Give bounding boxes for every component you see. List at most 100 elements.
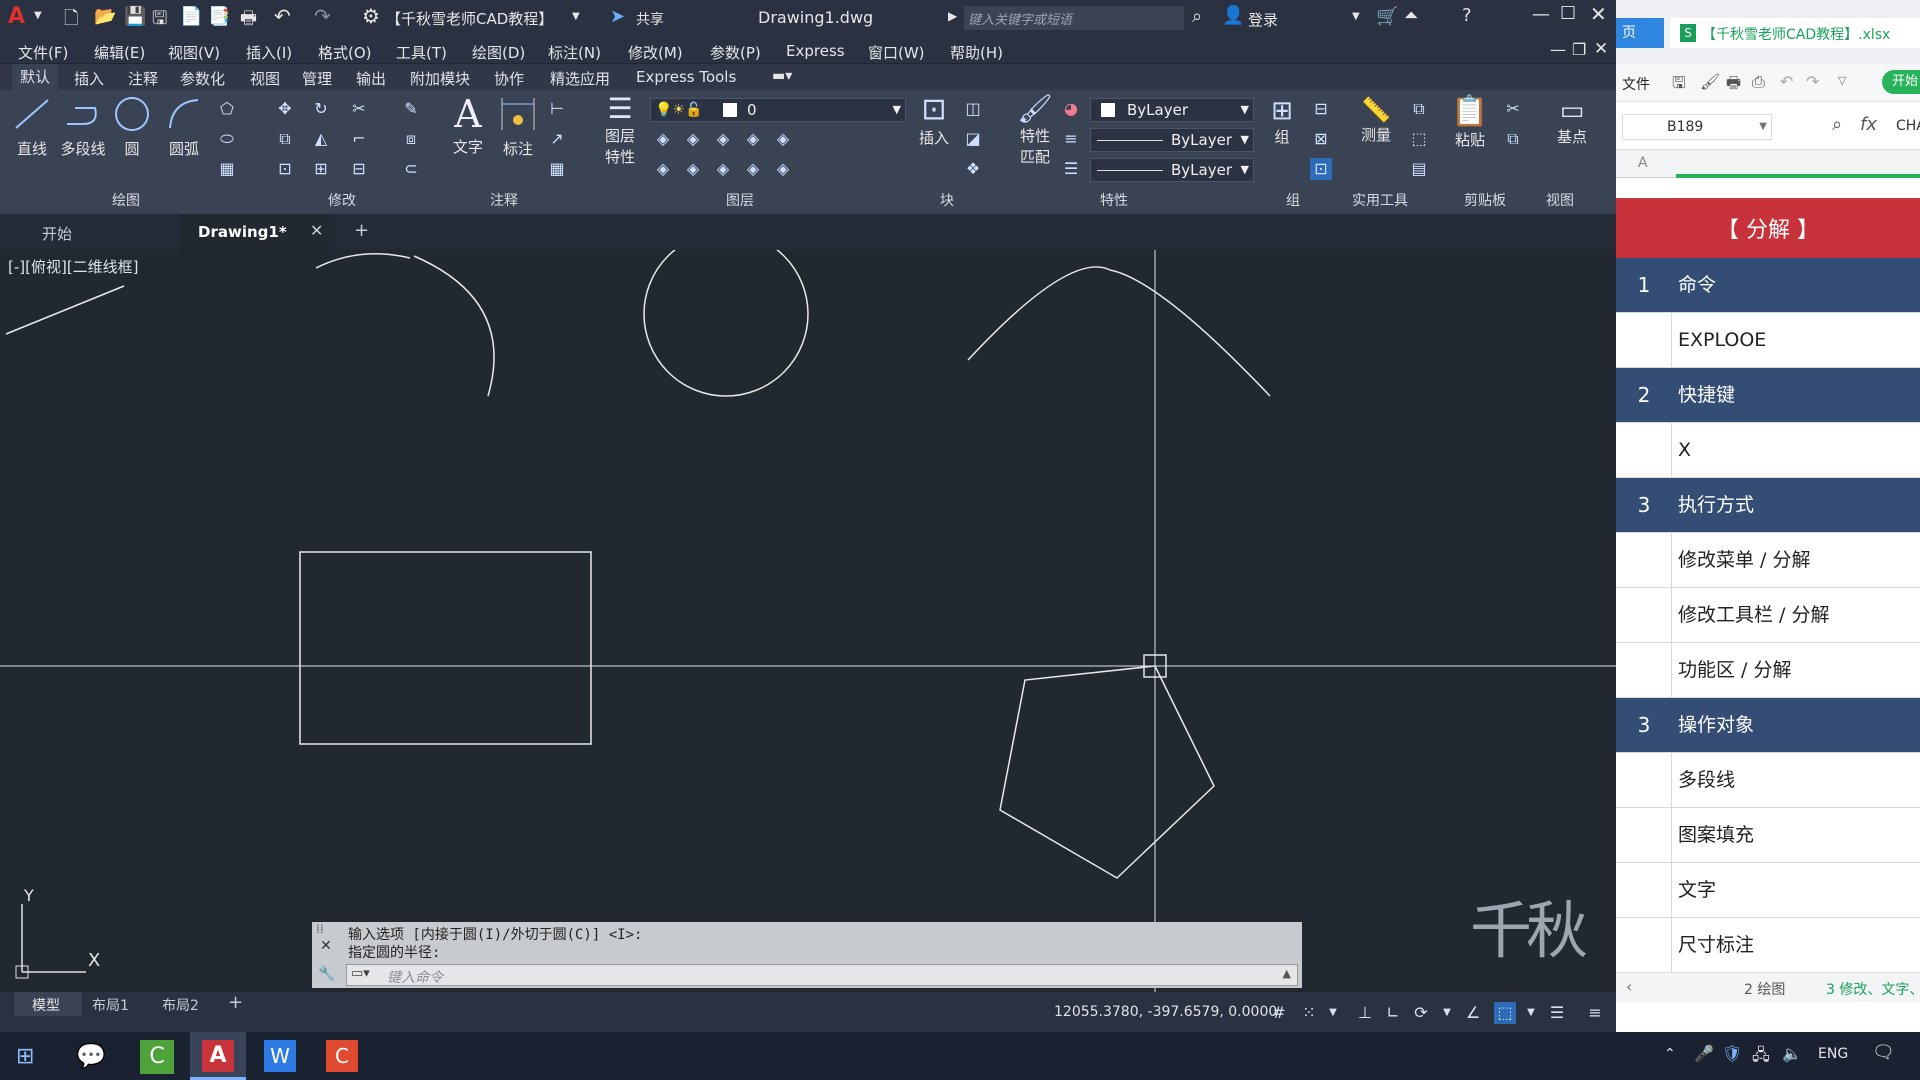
workspace-gear-icon[interactable]: ⚙	[362, 4, 380, 28]
snap-icon[interactable]: ⁙	[1298, 1002, 1320, 1024]
excel-file-menu[interactable]: 文件	[1622, 74, 1650, 94]
panel-view[interactable]: 视图	[1546, 190, 1574, 210]
rotate-icon[interactable]: ↻	[310, 98, 332, 120]
undo-icon[interactable]: ↶	[274, 4, 291, 28]
tab-view[interactable]: 视图	[250, 68, 280, 89]
panel-clipboard[interactable]: 剪贴板	[1464, 190, 1506, 210]
menu-insert[interactable]: 插入(I)	[246, 42, 292, 63]
lineweight-dropdown[interactable]: ByLayer ▼	[1090, 128, 1254, 152]
tab-manage[interactable]: 管理	[302, 68, 332, 89]
layer-tool-icon-9[interactable]: ◈	[742, 158, 764, 180]
table-row[interactable]: 文字	[1616, 863, 1920, 918]
maximize-icon[interactable]: ☐	[1560, 3, 1576, 24]
basepoint-tool[interactable]: ▭ 基点	[1550, 96, 1594, 147]
doc-restore-icon[interactable]: ❐	[1572, 40, 1586, 59]
copy-icon[interactable]: ⧉	[274, 128, 296, 150]
excel-undo-icon[interactable]: ↶	[1780, 72, 1793, 91]
row-text-cell[interactable]: 操作对象	[1678, 698, 1754, 753]
camtasia-recorder-icon[interactable]: C	[326, 1040, 358, 1072]
tray-expand-icon[interactable]: ⌃	[1664, 1046, 1676, 1062]
sheet-tab-draw[interactable]: 2 绘图	[1744, 979, 1785, 999]
tab-layout1[interactable]: 布局1	[92, 995, 129, 1015]
layer-tool-icon-2[interactable]: ◈	[682, 128, 704, 150]
drawing-canvas[interactable]: [-][俯视][二维线框] Y X 千秋雪 ⁞⁞ ✕ 🔧 输入选项 [内接于圆(…	[0, 250, 1616, 992]
snap-dropdown-icon[interactable]: ▼	[1322, 1002, 1344, 1024]
block-attribute-icon[interactable]: ❖	[962, 158, 984, 180]
excel-header-row[interactable]: 【 分解 】	[1616, 198, 1920, 258]
tab-featured-apps[interactable]: 精选应用	[550, 68, 610, 89]
menu-help[interactable]: 帮助(H)	[950, 42, 1003, 63]
polygon-icon[interactable]: ⬠	[216, 98, 238, 120]
wps-writer-icon[interactable]: W	[264, 1040, 296, 1072]
panel-utilities[interactable]: 实用工具	[1352, 190, 1408, 210]
share-button[interactable]: 共享	[636, 9, 664, 29]
redo-icon[interactable]: ↷	[314, 4, 331, 28]
workspace-dropdown-icon[interactable]: ▼	[572, 11, 580, 22]
trim-icon[interactable]: ✂	[348, 98, 370, 120]
excel-preview-icon[interactable]: ⎙	[1752, 72, 1765, 92]
scale-icon[interactable]: ⊞	[310, 158, 332, 180]
row-text-cell[interactable]: 修改菜单 / 分解	[1678, 533, 1810, 588]
copy-clip-icon[interactable]: ⧉	[1502, 128, 1524, 150]
row-number-cell[interactable]: 3	[1616, 478, 1672, 533]
login-button[interactable]: 登录	[1248, 9, 1278, 30]
lineweight-icon[interactable]: ≡	[1060, 128, 1082, 150]
grid-icon[interactable]: #	[1268, 1002, 1290, 1024]
command-prompt-icon[interactable]: ▭▾	[351, 966, 370, 981]
row-text-cell[interactable]: 快捷键	[1678, 368, 1735, 423]
menu-draw[interactable]: 绘图(D)	[472, 42, 525, 63]
login-dropdown-icon[interactable]: ▼	[1352, 11, 1360, 22]
save-icon[interactable]: 💾	[124, 6, 146, 27]
osnap-icon[interactable]: ⬚	[1494, 1002, 1516, 1024]
autodesk-app-icon[interactable]: ⏶	[1404, 5, 1418, 26]
network-icon[interactable]: 🖧	[1752, 1044, 1770, 1071]
new-tab-icon[interactable]: +	[354, 220, 369, 241]
circle-tool[interactable]: 圆	[110, 94, 154, 159]
ellipse-icon[interactable]: ⬭	[216, 128, 238, 150]
table-row[interactable]: 修改菜单 / 分解	[1616, 533, 1920, 588]
arc-tool[interactable]: 圆弧	[162, 94, 206, 159]
measure-tool[interactable]: 📏 测量	[1354, 96, 1398, 145]
panel-block[interactable]: 块	[940, 190, 954, 210]
row-number-cell[interactable]	[1616, 423, 1672, 478]
menu-tools[interactable]: 工具(T)	[396, 42, 447, 63]
layer-tool-icon-8[interactable]: ◈	[712, 158, 734, 180]
column-header-selected[interactable]	[1676, 174, 1920, 178]
minimize-icon[interactable]: —	[1532, 4, 1550, 25]
command-close-icon[interactable]: ✕	[320, 938, 332, 954]
panel-annotation[interactable]: 注释	[490, 190, 518, 210]
select-all-icon[interactable]: ⬚	[1408, 128, 1430, 150]
add-layout-icon[interactable]: +	[228, 992, 243, 1013]
help-icon[interactable]: ?	[1462, 5, 1472, 26]
layer-tool-icon-4[interactable]: ◈	[742, 128, 764, 150]
open-file-icon[interactable]: 📂	[94, 6, 116, 27]
menu-express[interactable]: Express	[786, 42, 845, 60]
row-text-cell[interactable]: X	[1678, 423, 1691, 478]
array-icon[interactable]: ⊟	[348, 158, 370, 180]
layer-tool-icon-1[interactable]: ◈	[652, 128, 674, 150]
cell-reference-box[interactable]: B189 ▼	[1622, 114, 1772, 140]
table-row[interactable]: 1 命令	[1616, 258, 1920, 313]
search-icon[interactable]: ⌕	[1192, 6, 1202, 27]
menu-dimension[interactable]: 标注(N)	[548, 42, 601, 63]
excel-home-tab[interactable]: 页	[1616, 18, 1664, 48]
notifications-icon[interactable]: 🗨	[1872, 1042, 1895, 1063]
osnap-dropdown-icon[interactable]: ▼	[1520, 1002, 1542, 1024]
sheet-tab-modify[interactable]: 3 修改、文字、	[1826, 979, 1920, 999]
command-input[interactable]: ▭▾ 键入命令 ▲	[346, 964, 1298, 986]
table-icon[interactable]: ▦	[546, 158, 568, 180]
edit-block-icon[interactable]: ◪	[962, 128, 984, 150]
polar-icon[interactable]: ⟳	[1410, 1002, 1432, 1024]
lineweight-toggle-icon[interactable]: ☰	[1546, 1002, 1568, 1024]
row-text-cell[interactable]: 命令	[1678, 258, 1716, 313]
search-input[interactable]: 键入关键字或短语	[964, 6, 1184, 30]
quick-select-icon[interactable]: ⧉	[1408, 98, 1430, 120]
menu-file[interactable]: 文件(F)	[18, 42, 68, 63]
line-tool[interactable]: 直线	[10, 94, 54, 159]
cut-icon[interactable]: ✂	[1502, 98, 1524, 120]
formula-input[interactable]: CHA	[1896, 118, 1920, 134]
row-number-cell[interactable]: 1	[1616, 258, 1672, 313]
table-row[interactable]: 功能区 / 分解	[1616, 643, 1920, 698]
row-number-cell[interactable]	[1616, 808, 1672, 863]
row-number-cell[interactable]	[1616, 753, 1672, 808]
